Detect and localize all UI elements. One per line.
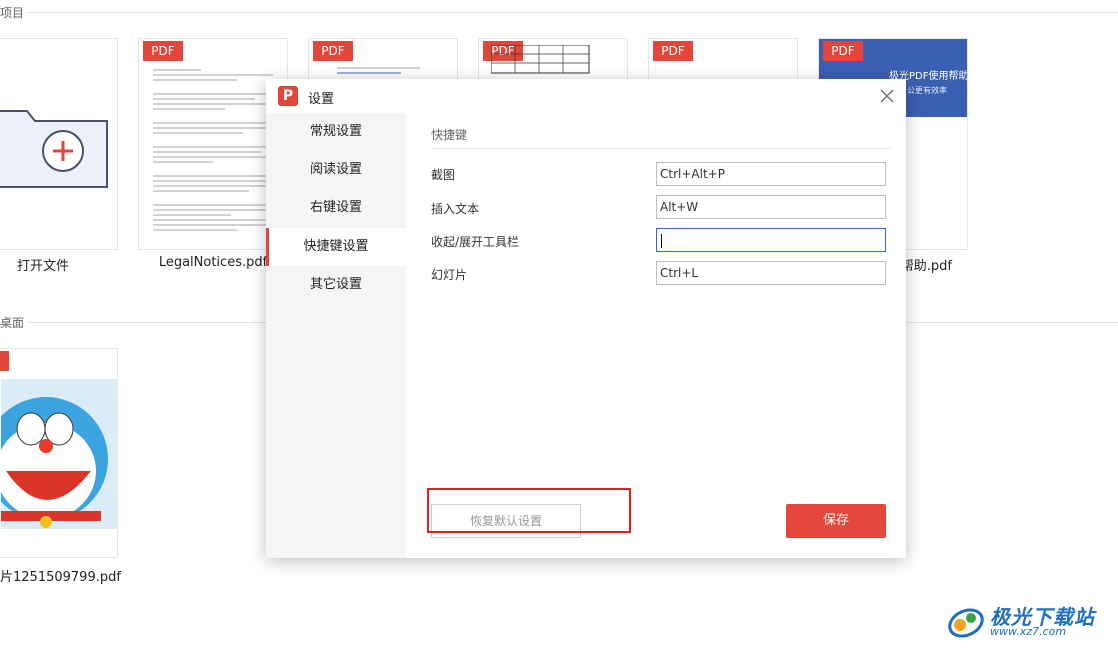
pdf-badge: PDF <box>823 41 863 61</box>
save-button[interactable]: 保存 <box>786 504 886 538</box>
document-preview <box>153 69 273 234</box>
pdf-badge: PDF <box>143 41 183 61</box>
shortcut-label-insert-text: 插入文本 <box>431 202 480 216</box>
watermark-logo-icon <box>948 608 984 638</box>
text-caret <box>661 233 662 248</box>
shortcut-input-insert-text[interactable]: Alt+W <box>656 195 886 219</box>
section-divider <box>431 148 891 149</box>
settings-content: 快捷键 截图 Ctrl+Alt+P 插入文本 Alt+W 收起/展开工具栏 幻灯… <box>406 113 906 558</box>
shortcut-input-toggle-toolbar[interactable] <box>656 228 886 252</box>
section-title: 快捷键 <box>431 128 468 142</box>
shortcut-label-slideshow: 幻灯片 <box>431 268 468 282</box>
pdf-badge: PDF <box>313 41 353 61</box>
document-preview <box>337 67 429 77</box>
sidebar-item-shortcuts[interactable]: 快捷键设置 <box>266 228 406 266</box>
doraemon-illustration <box>0 397 108 528</box>
doraemon-image <box>0 379 117 529</box>
sidebar-item-other[interactable]: 其它设置 <box>266 266 406 304</box>
desktop-root: 项目 打开文件 PDF LegalNotices.pdf PDF PDF PDF… <box>0 0 1118 651</box>
sidebar-item-general[interactable]: 常规设置 <box>266 113 406 151</box>
settings-dialog: P 设置 常规设置 阅读设置 右键设置 快捷键设置 其它设置 快捷键 截图 Ct… <box>266 79 906 558</box>
shortcut-label-toggle-toolbar: 收起/展开工具栏 <box>431 235 520 249</box>
sidebar-item-context-menu[interactable]: 右键设置 <box>266 189 406 227</box>
annotation-highlight-box <box>427 488 631 533</box>
file-name-desktop: 片1251509799.pdf <box>0 570 121 585</box>
site-watermark: 极光下载站 www.xz7.com <box>946 601 1106 641</box>
section-label-desktop: 桌面 <box>0 316 25 330</box>
file-card-doraemon[interactable]: PDF <box>0 348 118 558</box>
section-divider <box>28 12 1118 13</box>
file-name-open: 打开文件 <box>16 259 69 274</box>
close-icon[interactable] <box>876 85 898 107</box>
shortcut-input-slideshow[interactable]: Ctrl+L <box>656 261 886 285</box>
settings-sidebar: 常规设置 阅读设置 右键设置 快捷键设置 其它设置 <box>266 113 406 558</box>
shortcut-label-screenshot: 截图 <box>431 168 456 182</box>
help-preview-subtitle: 公更有效率 <box>907 86 947 95</box>
folder-add-icon <box>0 110 108 188</box>
section-label-recent: 项目 <box>0 6 25 20</box>
watermark-url: www.xz7.com <box>990 625 1067 638</box>
pdf-badge: PDF <box>0 351 9 371</box>
dialog-title: 设置 <box>308 92 335 107</box>
dialog-header: P 设置 <box>266 79 906 113</box>
sidebar-item-reading[interactable]: 阅读设置 <box>266 151 406 189</box>
pdf-badge: PDF <box>653 41 693 61</box>
shortcut-input-screenshot[interactable]: Ctrl+Alt+P <box>656 162 886 186</box>
app-logo-icon: P <box>278 86 298 106</box>
open-file-card[interactable] <box>0 38 118 250</box>
table-preview <box>491 45 590 74</box>
